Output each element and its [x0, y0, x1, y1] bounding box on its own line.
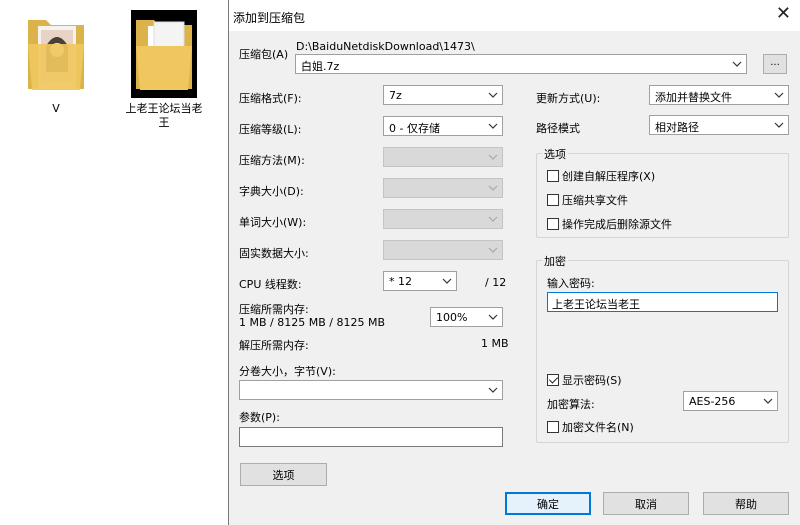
method-combo[interactable] [383, 147, 503, 167]
path-mode-value: 相对路径 [655, 121, 699, 134]
mem-comp-label: 压缩所需内存: [239, 303, 309, 316]
options-button[interactable]: 选项 [240, 463, 327, 486]
desktop-folder-v[interactable]: V [20, 14, 92, 116]
update-combo[interactable]: 添加并替换文件 [649, 85, 789, 105]
shared-checkbox-label: 压缩共享文件 [562, 194, 628, 207]
chevron-down-icon [732, 61, 742, 67]
format-combo[interactable]: 7z [383, 85, 503, 105]
chevron-down-icon [763, 398, 773, 404]
help-button[interactable]: 帮助 [703, 492, 789, 515]
folder-selection-frame [131, 10, 197, 98]
cpu-combo[interactable]: * 12 [383, 271, 457, 291]
browse-button[interactable]: ... [763, 54, 787, 74]
chevron-down-icon [488, 247, 498, 253]
word-label: 单词大小(W): [239, 216, 307, 229]
delete-source-checkbox-label: 操作完成后删除源文件 [562, 218, 672, 231]
algo-label: 加密算法: [547, 398, 595, 411]
mem-percent-combo[interactable]: 100% [430, 307, 503, 327]
solid-label: 固实数据大小: [239, 247, 309, 260]
chevron-down-icon [488, 216, 498, 222]
level-combo[interactable]: 0 - 仅存储 [383, 116, 503, 136]
encryption-group-title: 加密 [542, 253, 568, 269]
password-label: 输入密码: [547, 277, 595, 290]
chevron-down-icon [488, 92, 498, 98]
folder-icon [28, 20, 84, 90]
format-label: 压缩格式(F): [239, 92, 302, 105]
desktop-folder-laowang[interactable]: 上老王论坛当老王 [114, 10, 214, 130]
level-label: 压缩等级(L): [239, 123, 302, 136]
encrypt-names-label: 加密文件名(N) [562, 421, 634, 434]
dialog-title: 添加到压缩包 [233, 11, 306, 25]
chevron-down-icon [488, 387, 498, 393]
level-value: 0 - 仅存储 [389, 122, 440, 135]
checkbox-icon [547, 374, 559, 386]
close-icon[interactable]: ✕ [776, 5, 791, 23]
encrypt-names-checkbox[interactable]: 加密文件名(N) [547, 419, 634, 435]
cpu-value: * 12 [389, 275, 412, 288]
sfx-checkbox-label: 创建自解压程序(X) [562, 170, 656, 183]
chevron-down-icon [488, 154, 498, 160]
chevron-down-icon [488, 123, 498, 129]
format-value: 7z [389, 89, 402, 102]
delete-source-checkbox[interactable]: 操作完成后删除源文件 [547, 216, 672, 232]
update-label: 更新方式(U): [536, 92, 601, 105]
options-group-title: 选项 [542, 146, 568, 162]
archive-name-value: 白姐.7z [301, 60, 340, 73]
chevron-down-icon [488, 185, 498, 191]
checkbox-icon [547, 218, 559, 230]
path-mode-combo[interactable]: 相对路径 [649, 115, 789, 135]
add-to-archive-dialog: 添加到压缩包 ✕ 压缩包(A) D:\BaiduNetdiskDownload\… [228, 0, 800, 525]
params-input[interactable] [239, 427, 503, 447]
title-bar: 添加到压缩包 ✕ [229, 0, 800, 31]
volume-label: 分卷大小，字节(V): [239, 365, 336, 378]
archive-path: D:\BaiduNetdiskDownload\1473\ [296, 40, 475, 53]
solid-combo[interactable] [383, 240, 503, 260]
word-combo[interactable] [383, 209, 503, 229]
checkbox-icon [547, 194, 559, 206]
cpu-label: CPU 线程数: [239, 278, 302, 291]
volume-combo[interactable] [239, 380, 503, 400]
algo-combo[interactable]: AES-256 [683, 391, 778, 411]
chevron-down-icon [442, 278, 452, 284]
sfx-checkbox[interactable]: 创建自解压程序(X) [547, 168, 655, 184]
params-label: 参数(P): [239, 411, 280, 424]
archive-label: 压缩包(A) [239, 48, 289, 61]
show-password-checkbox[interactable]: 显示密码(S) [547, 372, 622, 388]
dict-combo[interactable] [383, 178, 503, 198]
chevron-down-icon [774, 122, 784, 128]
show-password-label: 显示密码(S) [562, 374, 622, 387]
folder-label: V [52, 102, 60, 115]
checkbox-icon [547, 170, 559, 182]
archive-name-combo[interactable]: 白姐.7z [295, 54, 747, 74]
dict-label: 字典大小(D): [239, 185, 304, 198]
algo-value: AES-256 [689, 395, 736, 408]
checkbox-icon [547, 421, 559, 433]
cpu-total: / 12 [485, 276, 507, 289]
password-value: 上老王论坛当老王 [552, 298, 640, 311]
chevron-down-icon [774, 92, 784, 98]
cancel-button[interactable]: 取消 [603, 492, 689, 515]
password-input[interactable]: 上老王论坛当老王 [547, 292, 778, 312]
folder-label: 上老王论坛当老王 [125, 102, 203, 129]
chevron-down-icon [488, 314, 498, 320]
path-mode-label: 路径模式 [536, 122, 580, 135]
update-value: 添加并替换文件 [655, 91, 732, 104]
shared-checkbox[interactable]: 压缩共享文件 [547, 192, 628, 208]
mem-decomp-label: 解压所需内存: [239, 339, 309, 352]
mem-decomp-value: 1 MB [481, 337, 509, 350]
ok-button[interactable]: 确定 [505, 492, 591, 515]
mem-comp-value: 1 MB / 8125 MB / 8125 MB [239, 316, 385, 329]
method-label: 压缩方法(M): [239, 154, 305, 167]
folder-icon [136, 20, 192, 90]
mem-percent-value: 100% [436, 311, 468, 324]
